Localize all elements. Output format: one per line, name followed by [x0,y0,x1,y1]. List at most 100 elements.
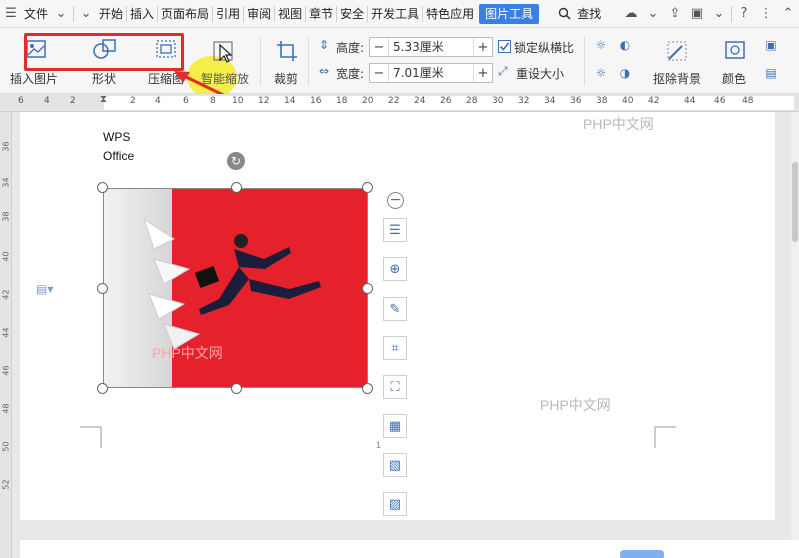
remove-background-label: 抠除背景 [652,72,701,86]
resize-handle-top-right[interactable] [362,182,373,193]
ruler-tick: 22 [388,96,400,106]
hamburger-menu-icon[interactable]: ☰ [0,0,22,28]
picture-compress-icon[interactable]: ▨ [383,492,407,516]
cloud-icon[interactable]: ☁ [620,0,642,28]
tab-security[interactable]: 安全 [338,0,366,28]
ruler-tick: 34 [544,96,556,106]
save-icon[interactable]: ▣ [686,0,708,28]
chevron-down-icon[interactable]: ⌄ [642,0,664,28]
fit-picture-icon[interactable]: ⛶ [383,375,407,399]
tab-chapter[interactable]: 章节 [307,0,335,28]
quick-access-dropdown-icon[interactable]: ⌄ [75,0,97,28]
width-input[interactable]: 7.01厘米 [388,64,474,82]
indent-marker-icon[interactable]: ⧗ [100,94,107,105]
collapse-toolbar-icon[interactable]: − [387,192,404,209]
file-menu[interactable]: 文件 [22,0,50,28]
insert-picture-label: 插入图片 [9,72,58,86]
checkbox-checked-icon [498,40,511,53]
rotate-handle-icon[interactable]: ↻ [227,152,245,170]
height-input[interactable]: 5.33厘米 [388,38,474,56]
search-box[interactable]: 查找 [553,0,603,28]
ruler-tick: 4 [155,96,161,106]
scrollbar-thumb[interactable] [792,162,798,242]
selected-picture[interactable]: PHP中文网 [103,188,368,388]
height-decrement-button[interactable]: − [370,38,388,56]
more-icon[interactable]: ⋮ [755,0,777,28]
remove-background-button[interactable]: 抠除背景 [644,32,710,90]
doc-line-office[interactable]: Office [103,149,134,163]
page-marker: 1 [376,440,382,450]
doc-line-wps[interactable]: WPS [103,130,130,144]
tab-references[interactable]: 引用 [214,0,242,28]
picture-to-text-icon[interactable]: ▦ [383,414,407,438]
resize-handle-bottom-left[interactable] [97,383,108,394]
resize-handle-bottom-right[interactable] [362,383,373,394]
vertical-scrollbar[interactable] [791,112,799,540]
width-stepper[interactable]: − 7.01厘米 + [369,63,493,83]
reset-size-button[interactable]: ⤢ 重设大小 [498,64,582,82]
ruler-tick: 48 [742,96,754,106]
chevron-down-icon[interactable]: ⌄ [708,0,730,28]
tab-page-layout[interactable]: 页面布局 [159,0,211,28]
lock-ratio-checkbox[interactable]: 锁定纵横比 [498,38,582,56]
chevron-down-icon[interactable]: ⌄ [50,0,72,28]
picture-translate-icon[interactable]: ▧ [383,453,407,477]
resize-handle-left[interactable] [97,283,108,294]
ruler-tick: 12 [258,96,270,106]
height-stepper[interactable]: − 5.33厘米 + [369,37,493,57]
layout-options-icon[interactable]: ☰ [383,218,407,242]
vertical-ruler[interactable]: 36 34 38 40 42 44 46 48 50 52 [0,112,12,558]
color-picture-icon [725,41,745,59]
ruler-tick: 38 [596,96,608,106]
ribbon-toolbar: 插入图片 形状 压缩图 智能缩放 裁剪 ⇕ 高度: − 5.33厘米 + ⇔ 宽… [0,28,799,98]
resize-handle-top[interactable] [231,182,242,193]
resize-handle-right[interactable] [362,283,373,294]
color-button[interactable]: 颜色 [712,32,756,90]
width-decrement-button[interactable]: − [370,64,388,82]
height-increment-button[interactable]: + [474,38,492,56]
resize-handle-bottom[interactable] [231,383,242,394]
watermark-text: PHP中文网 [152,345,223,361]
ruler-tick: 6 [18,96,24,106]
lock-ratio-label: 锁定纵横比 [514,41,575,55]
crop-tool-icon[interactable]: ⌗ [383,336,407,360]
floating-blue-button[interactable] [620,550,664,558]
crop-button[interactable]: 裁剪 [264,32,308,90]
horizontal-ruler[interactable]: 6 4 2 2 4 6 8 10 12 14 16 18 20 22 24 26… [0,94,799,112]
ruler-tick: 10 [232,96,244,106]
paragraph-marker-icon[interactable]: ▤▾ [36,282,53,296]
picture-border-icon[interactable]: ▣ [762,38,780,52]
tab-developer[interactable]: 开发工具 [369,0,421,28]
next-page[interactable] [20,540,799,558]
tab-view[interactable]: 视图 [276,0,304,28]
tab-special[interactable]: 特色应用 [424,0,476,28]
edit-picture-icon[interactable]: ✎ [383,297,407,321]
ruler-tick: 46 [714,96,726,106]
help-icon[interactable]: ? [733,0,755,28]
running-businessman-image [194,234,321,315]
brightness-up-icon[interactable]: ☼ [592,38,610,52]
menu-separator [305,5,307,22]
share-icon[interactable]: ⇪ [664,0,686,28]
ruler-tick: 44 [684,96,696,106]
width-increment-button[interactable]: + [474,64,492,82]
menu-separator [367,5,369,22]
color-label: 颜色 [721,72,746,86]
contrast-down-icon[interactable]: ◑ [616,66,634,80]
picture-effects-icon[interactable]: ▤ [762,66,780,80]
tab-picture-tools[interactable]: 图片工具 [479,3,540,24]
collapse-icon[interactable]: ⌃ [777,0,799,28]
resize-handle-top-left[interactable] [97,182,108,193]
contrast-up-icon[interactable]: ◐ [616,38,634,52]
tab-review[interactable]: 审阅 [245,0,273,28]
ruler-tick: 52 [1,479,11,490]
brightness-down-icon[interactable]: ☼ [592,66,610,80]
crop-icon [277,41,297,61]
menu-separator [274,5,276,22]
crop-label: 裁剪 [273,72,298,86]
tab-insert[interactable]: 插入 [128,0,156,28]
ruler-tick: 46 [1,365,11,376]
zoom-in-icon[interactable]: ⊕ [383,257,407,281]
tab-home[interactable]: 开始 [97,0,125,28]
ruler-tick: 28 [466,96,478,106]
